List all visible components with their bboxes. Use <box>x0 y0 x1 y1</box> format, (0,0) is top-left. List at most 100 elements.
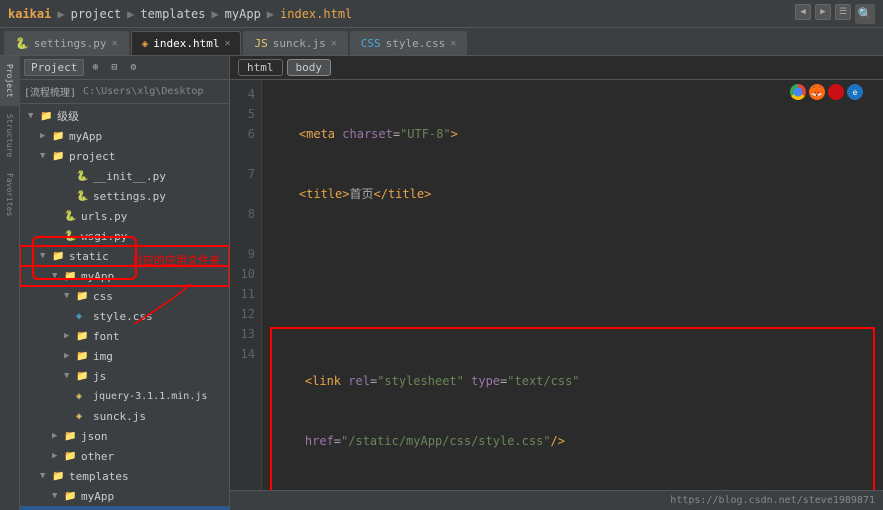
tree-sunckjs[interactable]: ◈ sunck.js <box>20 406 229 426</box>
tab-settings-close[interactable]: ✕ <box>112 38 118 49</box>
jquery-label: jquery-3.1.1.min.js <box>93 391 207 402</box>
folder-myapp-tpl-icon: 📁 <box>64 491 78 502</box>
project-tab-label[interactable]: Project <box>24 59 84 76</box>
tree-stylecss[interactable]: ◈ style.css <box>20 306 229 326</box>
folder-myapp-static-icon: 📁 <box>64 271 78 282</box>
breadcrumb-body[interactable]: body <box>287 59 332 76</box>
ie-icon[interactable]: e <box>847 84 863 100</box>
vtab-structure[interactable]: Structure <box>0 106 20 165</box>
folder-font-icon: 📁 <box>76 331 90 342</box>
js-jquery-icon: ◈ <box>76 391 90 402</box>
tree-project[interactable]: ▼ 📁 project <box>20 146 229 166</box>
tab-index[interactable]: ◈ index.html ✕ <box>131 31 242 55</box>
css-style-icon: ◈ <box>76 311 90 322</box>
tree-init[interactable]: 🐍 __init__.py <box>20 166 229 186</box>
arrow-json: ▶ <box>52 431 64 441</box>
flow-label: [流程梳理] <box>24 84 76 99</box>
status-bar: https://blog.csdn.net/steve1989871 <box>230 490 883 510</box>
tree-js[interactable]: ▼ 📁 js <box>20 366 229 386</box>
tab-style-label: style.css <box>386 37 446 50</box>
tab-style-close[interactable]: ✕ <box>450 38 456 49</box>
folder-json-icon: 📁 <box>64 431 78 442</box>
arrow-font: ▶ <box>64 331 76 341</box>
tree-wsgi[interactable]: 🐍 wsgi.py <box>20 226 229 246</box>
arrow-project: ▼ <box>40 151 52 161</box>
breadcrumb-project: project <box>71 7 122 21</box>
toolbar-btn-1[interactable]: ⊕ <box>87 60 103 76</box>
js-sunck-icon: ◈ <box>76 411 90 422</box>
vertical-tabs: Project Structure Favorites <box>0 56 20 510</box>
arrow-js: ▼ <box>64 371 76 381</box>
toolbar-btn-3[interactable]: ⚙ <box>125 60 141 76</box>
tree-font[interactable]: ▶ 📁 font <box>20 326 229 346</box>
tree-img[interactable]: ▶ 📁 img <box>20 346 229 366</box>
editor-area: html body 🦊 e 4 5 6 7 8 9 <box>230 56 883 510</box>
code-line-4: <meta charset="UTF-8"> <box>270 124 875 144</box>
tree-grade[interactable]: ▼ 📁 级级 <box>20 106 229 126</box>
arrow-other: ▶ <box>52 451 64 461</box>
search-btn[interactable]: 🔍 <box>855 4 875 24</box>
code-line-6a: <link rel="stylesheet" type="text/css" <box>276 371 869 391</box>
opera-icon[interactable] <box>828 84 844 100</box>
tree-css[interactable]: ▼ 📁 css <box>20 286 229 306</box>
urls-label: urls.py <box>81 210 127 223</box>
title-buttons: ◀ ▶ ☰ 🔍 <box>795 4 875 24</box>
tab-settings[interactable]: 🐍 settings.py ✕ <box>4 31 129 55</box>
sidebar-toolbar: Project ⊕ ⊟ ⚙ <box>20 56 229 80</box>
code-container: 🦊 e 4 5 6 7 8 9 10 11 12 13 14 <box>230 80 883 490</box>
sidebar-tree[interactable]: ▼ 📁 级级 ▶ 📁 myApp ▼ 📁 project <box>20 104 229 510</box>
line-numbers: 4 5 6 7 8 9 10 11 12 13 14 <box>230 80 262 490</box>
tab-sunck[interactable]: JS sunck.js ✕ <box>243 31 347 55</box>
tab-style[interactable]: CSS style.css ✕ <box>350 31 468 55</box>
tree-myapp-templates[interactable]: ▼ 📁 myApp <box>20 486 229 506</box>
wsgi-label: wsgi.py <box>81 230 127 243</box>
other-label: other <box>81 450 114 463</box>
tree-settings[interactable]: 🐍 settings.py <box>20 186 229 206</box>
tree-jquery[interactable]: ◈ jquery-3.1.1.min.js <box>20 386 229 406</box>
title-breadcrumb: kaikai ▶ project ▶ templates ▶ myApp ▶ i… <box>8 7 795 21</box>
tree-indexhtml[interactable]: ◈ index.html <box>20 506 229 510</box>
folder-static-icon: 📁 <box>52 251 66 262</box>
py-settings-icon: 🐍 <box>76 191 90 202</box>
chrome-icon[interactable] <box>790 84 806 100</box>
vtab-favorites[interactable]: Favorites <box>0 165 20 224</box>
tab-index-close[interactable]: ✕ <box>224 38 230 49</box>
title-bar: kaikai ▶ project ▶ templates ▶ myApp ▶ i… <box>0 0 883 28</box>
arrow-img: ▶ <box>64 351 76 361</box>
tab-sunck-label: sunck.js <box>273 37 326 50</box>
folder-other-icon: 📁 <box>64 451 78 462</box>
folder-css-icon: 📁 <box>76 291 90 302</box>
tree-templates[interactable]: ▼ 📁 templates <box>20 466 229 486</box>
py-icon: 🐍 <box>15 37 29 50</box>
arrow-myapp-static: ▼ <box>52 271 64 281</box>
tree-static[interactable]: ▼ 📁 static <box>20 246 229 266</box>
static-label: static <box>69 250 109 263</box>
tree-json[interactable]: ▶ 📁 json <box>20 426 229 446</box>
json-label: json <box>81 430 108 443</box>
tree-myapp[interactable]: ▶ 📁 myApp <box>20 126 229 146</box>
arrow-grade: ▼ <box>28 111 40 121</box>
tab-sunck-close[interactable]: ✕ <box>331 38 337 49</box>
code-editor[interactable]: <meta charset="UTF-8"> <title>首页</title>… <box>262 80 883 490</box>
tree-urls[interactable]: 🐍 urls.py <box>20 206 229 226</box>
browser-icons: 🦊 e <box>790 84 863 100</box>
tree-myapp-static[interactable]: ▼ 📁 myApp <box>20 266 229 286</box>
py-init-icon: 🐍 <box>76 171 90 182</box>
folder-project-icon: 📁 <box>52 151 66 162</box>
img-label: img <box>93 350 113 363</box>
firefox-icon[interactable]: 🦊 <box>809 84 825 100</box>
tab-index-label: index.html <box>153 37 219 50</box>
tree-other[interactable]: ▶ 📁 other <box>20 446 229 466</box>
arrow-templates: ▼ <box>40 471 52 481</box>
code-block-6: <link rel="stylesheet" type="text/css" h… <box>270 284 875 490</box>
myapp-label: myApp <box>69 130 102 143</box>
menu-btn[interactable]: ☰ <box>835 4 851 20</box>
breadcrumb-templates: templates <box>140 7 205 21</box>
nav-back-btn[interactable]: ◀ <box>795 4 811 20</box>
toolbar-btn-2[interactable]: ⊟ <box>106 60 122 76</box>
nav-forward-btn[interactable]: ▶ <box>815 4 831 20</box>
vtab-project[interactable]: Project <box>0 56 20 106</box>
py-urls-icon: 🐍 <box>64 211 78 222</box>
tab-bar: 🐍 settings.py ✕ ◈ index.html ✕ JS sunck.… <box>0 28 883 56</box>
breadcrumb-html[interactable]: html <box>238 59 283 76</box>
